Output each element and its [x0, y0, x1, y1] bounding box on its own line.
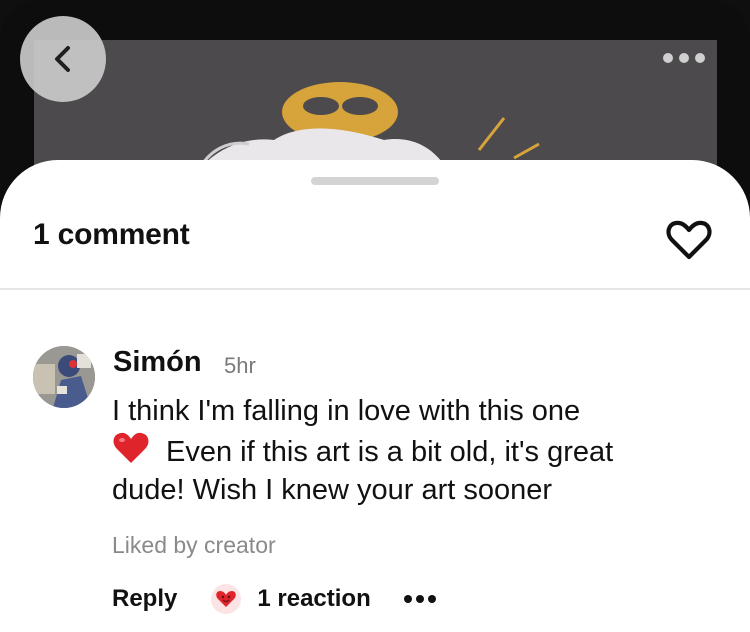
- heart-face-emoji-icon: [211, 584, 242, 614]
- reply-button[interactable]: Reply: [112, 585, 177, 613]
- back-button[interactable]: [20, 16, 106, 102]
- red-heart-emoji-icon: [113, 432, 149, 463]
- more-options-icon[interactable]: [662, 50, 706, 66]
- sheet-drag-handle[interactable]: [311, 177, 439, 185]
- divider: [0, 288, 750, 290]
- avatar[interactable]: [33, 346, 95, 408]
- comments-count-title: 1 comment: [33, 218, 190, 251]
- heart-face-glyph: [216, 591, 237, 607]
- avatar-image: [33, 346, 95, 408]
- comment-actions: Reply 1 reaction: [112, 584, 437, 614]
- comment-body: I think I'm falling in love with this on…: [112, 392, 712, 510]
- reactions-button[interactable]: 1 reaction: [211, 584, 371, 614]
- reaction-count: 1 reaction: [257, 585, 371, 612]
- comment-line-1: I think I'm falling in love with this on…: [112, 395, 581, 427]
- liked-by-creator-label: Liked by creator: [112, 532, 276, 558]
- more-options-icon[interactable]: [403, 594, 437, 604]
- heart-outline-icon[interactable]: [665, 218, 713, 262]
- comments-sheet: 1 comment Simón 5hr I think I'm falling …: [0, 160, 750, 632]
- chevron-left-icon: [55, 46, 70, 72]
- comment-line-2-wrapper: Even if this art is a bit old, it's grea…: [112, 431, 712, 472]
- comment-line-2: Even if this art is a bit old, it's grea…: [166, 435, 614, 468]
- comment-line-3: dude! Wish I knew your art sooner: [112, 474, 553, 506]
- comment-timestamp: 5hr: [224, 353, 256, 378]
- comment-author[interactable]: Simón: [113, 346, 202, 379]
